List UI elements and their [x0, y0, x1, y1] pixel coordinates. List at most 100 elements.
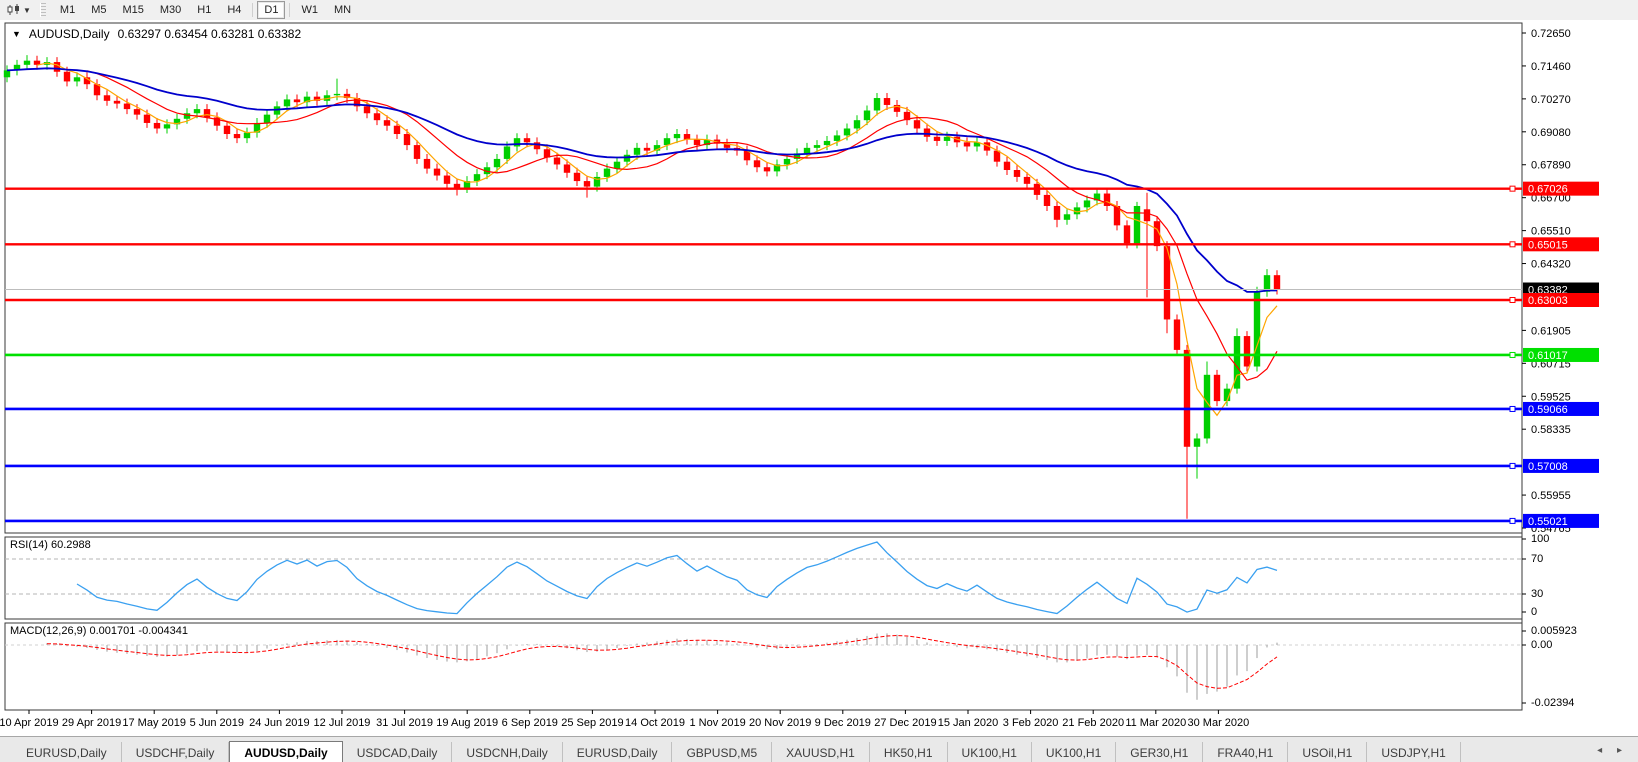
tab-ger30-h1[interactable]: GER30,H1: [1116, 742, 1203, 762]
tab-usdcad-daily[interactable]: USDCAD,Daily: [343, 742, 453, 762]
x-axis-date-label: 29 Apr 2019: [62, 717, 121, 729]
candle-body: [64, 72, 70, 82]
trading-platform-window: ▼ M1M5M15M30H1H4D1W1MN 0.726500.714600.7…: [0, 0, 1638, 762]
x-axis-date-label: 30 Mar 2020: [1188, 717, 1250, 729]
dropdown-triangle-icon[interactable]: ▼: [12, 29, 21, 39]
timeframe-button-h4[interactable]: H4: [220, 1, 248, 19]
candle-body: [634, 148, 640, 155]
tab-gbpusd-m5[interactable]: GBPUSD,M5: [672, 742, 772, 762]
macd-indicator-label: MACD(12,26,9) 0.001701 -0.004341: [10, 625, 188, 637]
y-axis-tick-label: 0.55955: [1531, 490, 1571, 502]
timeframe-button-m15[interactable]: M15: [115, 1, 150, 19]
timeframe-button-m1[interactable]: M1: [53, 1, 82, 19]
chart-title: ▼ AUDUSD,Daily 0.63297 0.63454 0.63281 0…: [12, 27, 301, 41]
x-axis-date-label: 10 Apr 2019: [0, 717, 59, 729]
tab-usoil-h1[interactable]: USOil,H1: [1288, 742, 1367, 762]
candle-body: [474, 174, 480, 181]
x-axis-date-label: 21 Feb 2020: [1062, 717, 1124, 729]
candle-body: [1014, 170, 1020, 177]
candle-body: [384, 120, 390, 126]
price-badge-label: 0.63003: [1528, 295, 1568, 307]
candle-body: [404, 134, 410, 145]
candle-body: [784, 159, 790, 165]
candle-body: [424, 159, 430, 169]
y-axis-tick-label: 0.72650: [1531, 28, 1571, 40]
price-badge-label: 0.67026: [1528, 184, 1568, 196]
x-axis-date-label: 6 Sep 2019: [502, 717, 558, 729]
candle-body: [674, 134, 680, 138]
candle-body: [334, 94, 340, 95]
tab-usdcnh-daily[interactable]: USDCNH,Daily: [452, 742, 562, 762]
chart-type-button[interactable]: ▼: [2, 2, 36, 18]
x-axis-date-label: 20 Nov 2019: [749, 717, 811, 729]
candle-body: [264, 115, 270, 123]
toolbar-grip[interactable]: [40, 3, 46, 17]
candle-body: [444, 176, 450, 184]
tab-hk50-h1[interactable]: HK50,H1: [870, 742, 948, 762]
tab-eurusd-daily[interactable]: EURUSD,Daily: [12, 742, 122, 762]
candle-body: [414, 145, 420, 159]
x-axis-date-label: 31 Jul 2019: [376, 717, 433, 729]
candle-body: [204, 109, 210, 117]
y-axis-tick-label: 0.67890: [1531, 160, 1571, 172]
timeframe-button-m5[interactable]: M5: [84, 1, 113, 19]
candle-body: [604, 169, 610, 177]
line-handle: [1510, 518, 1515, 523]
chevron-down-icon: ▼: [23, 6, 31, 15]
tab-scroll-arrows[interactable]: ◂ ▸: [1597, 745, 1628, 756]
candle-body: [124, 104, 130, 110]
candle-body: [1194, 438, 1200, 446]
tab-usdjpy-h1[interactable]: USDJPY,H1: [1367, 742, 1460, 762]
rsi-panel: [5, 537, 1522, 619]
x-axis-date-label: 25 Sep 2019: [561, 717, 623, 729]
macd-scale-label: 0.005923: [1531, 625, 1577, 637]
rsi-scale-label: 70: [1531, 553, 1543, 565]
y-axis-tick-label: 0.64320: [1531, 259, 1571, 271]
candle-body: [234, 134, 240, 138]
timeframe-button-d1[interactable]: D1: [257, 1, 285, 19]
timeframe-button-mn[interactable]: MN: [327, 1, 358, 19]
candle-body: [1134, 206, 1140, 243]
line-handle: [1510, 352, 1515, 357]
timeframe-button-m30[interactable]: M30: [153, 1, 188, 19]
x-axis-date-label: 17 May 2019: [122, 717, 186, 729]
x-axis-date-label: 27 Dec 2019: [874, 717, 936, 729]
macd-panel: [5, 623, 1522, 710]
candle-body: [394, 126, 400, 134]
timeframe-button-h1[interactable]: H1: [190, 1, 218, 19]
candle-body: [1174, 319, 1180, 349]
tab-xauusd-h1[interactable]: XAUUSD,H1: [772, 742, 870, 762]
candle-body: [534, 142, 540, 149]
price-badge-label: 0.57008: [1528, 461, 1568, 473]
price-chart-canvas[interactable]: 0.726500.714600.702700.690800.678900.667…: [0, 20, 1638, 736]
tab-fra40-h1[interactable]: FRA40,H1: [1203, 742, 1288, 762]
tab-audusd-daily[interactable]: AUDUSD,Daily: [229, 741, 342, 762]
candle-body: [854, 120, 860, 128]
candle-body: [1144, 209, 1150, 221]
candle-body: [924, 128, 930, 136]
candle-body: [164, 124, 170, 128]
main-price-panel: [5, 23, 1522, 533]
timeframe-button-w1[interactable]: W1: [294, 1, 325, 19]
candle-body: [584, 181, 590, 187]
candle-body: [574, 173, 580, 181]
candle-body: [1024, 177, 1030, 184]
candle-body: [1204, 375, 1210, 439]
tab-uk100-h1[interactable]: UK100,H1: [948, 742, 1032, 762]
x-axis-date-label: 9 Dec 2019: [815, 717, 871, 729]
candle-body: [694, 140, 700, 146]
toolbar-separator: [289, 3, 290, 17]
tab-uk100-h1[interactable]: UK100,H1: [1032, 742, 1116, 762]
chart-tabs: EURUSD,DailyUSDCHF,DailyAUDUSD,DailyUSDC…: [12, 741, 1461, 762]
line-handle: [1510, 406, 1515, 411]
candle-body: [74, 77, 80, 81]
tab-usdchf-daily[interactable]: USDCHF,Daily: [122, 742, 230, 762]
candle-body: [1274, 275, 1280, 289]
tab-eurusd-daily[interactable]: EURUSD,Daily: [563, 742, 673, 762]
candle-body: [1084, 200, 1090, 207]
rsi-scale-label: 0: [1531, 606, 1537, 618]
candle-body: [964, 142, 970, 146]
y-axis-tick-label: 0.69080: [1531, 127, 1571, 139]
chart-window: 0.726500.714600.702700.690800.678900.667…: [0, 20, 1638, 736]
candle-body: [564, 164, 570, 172]
